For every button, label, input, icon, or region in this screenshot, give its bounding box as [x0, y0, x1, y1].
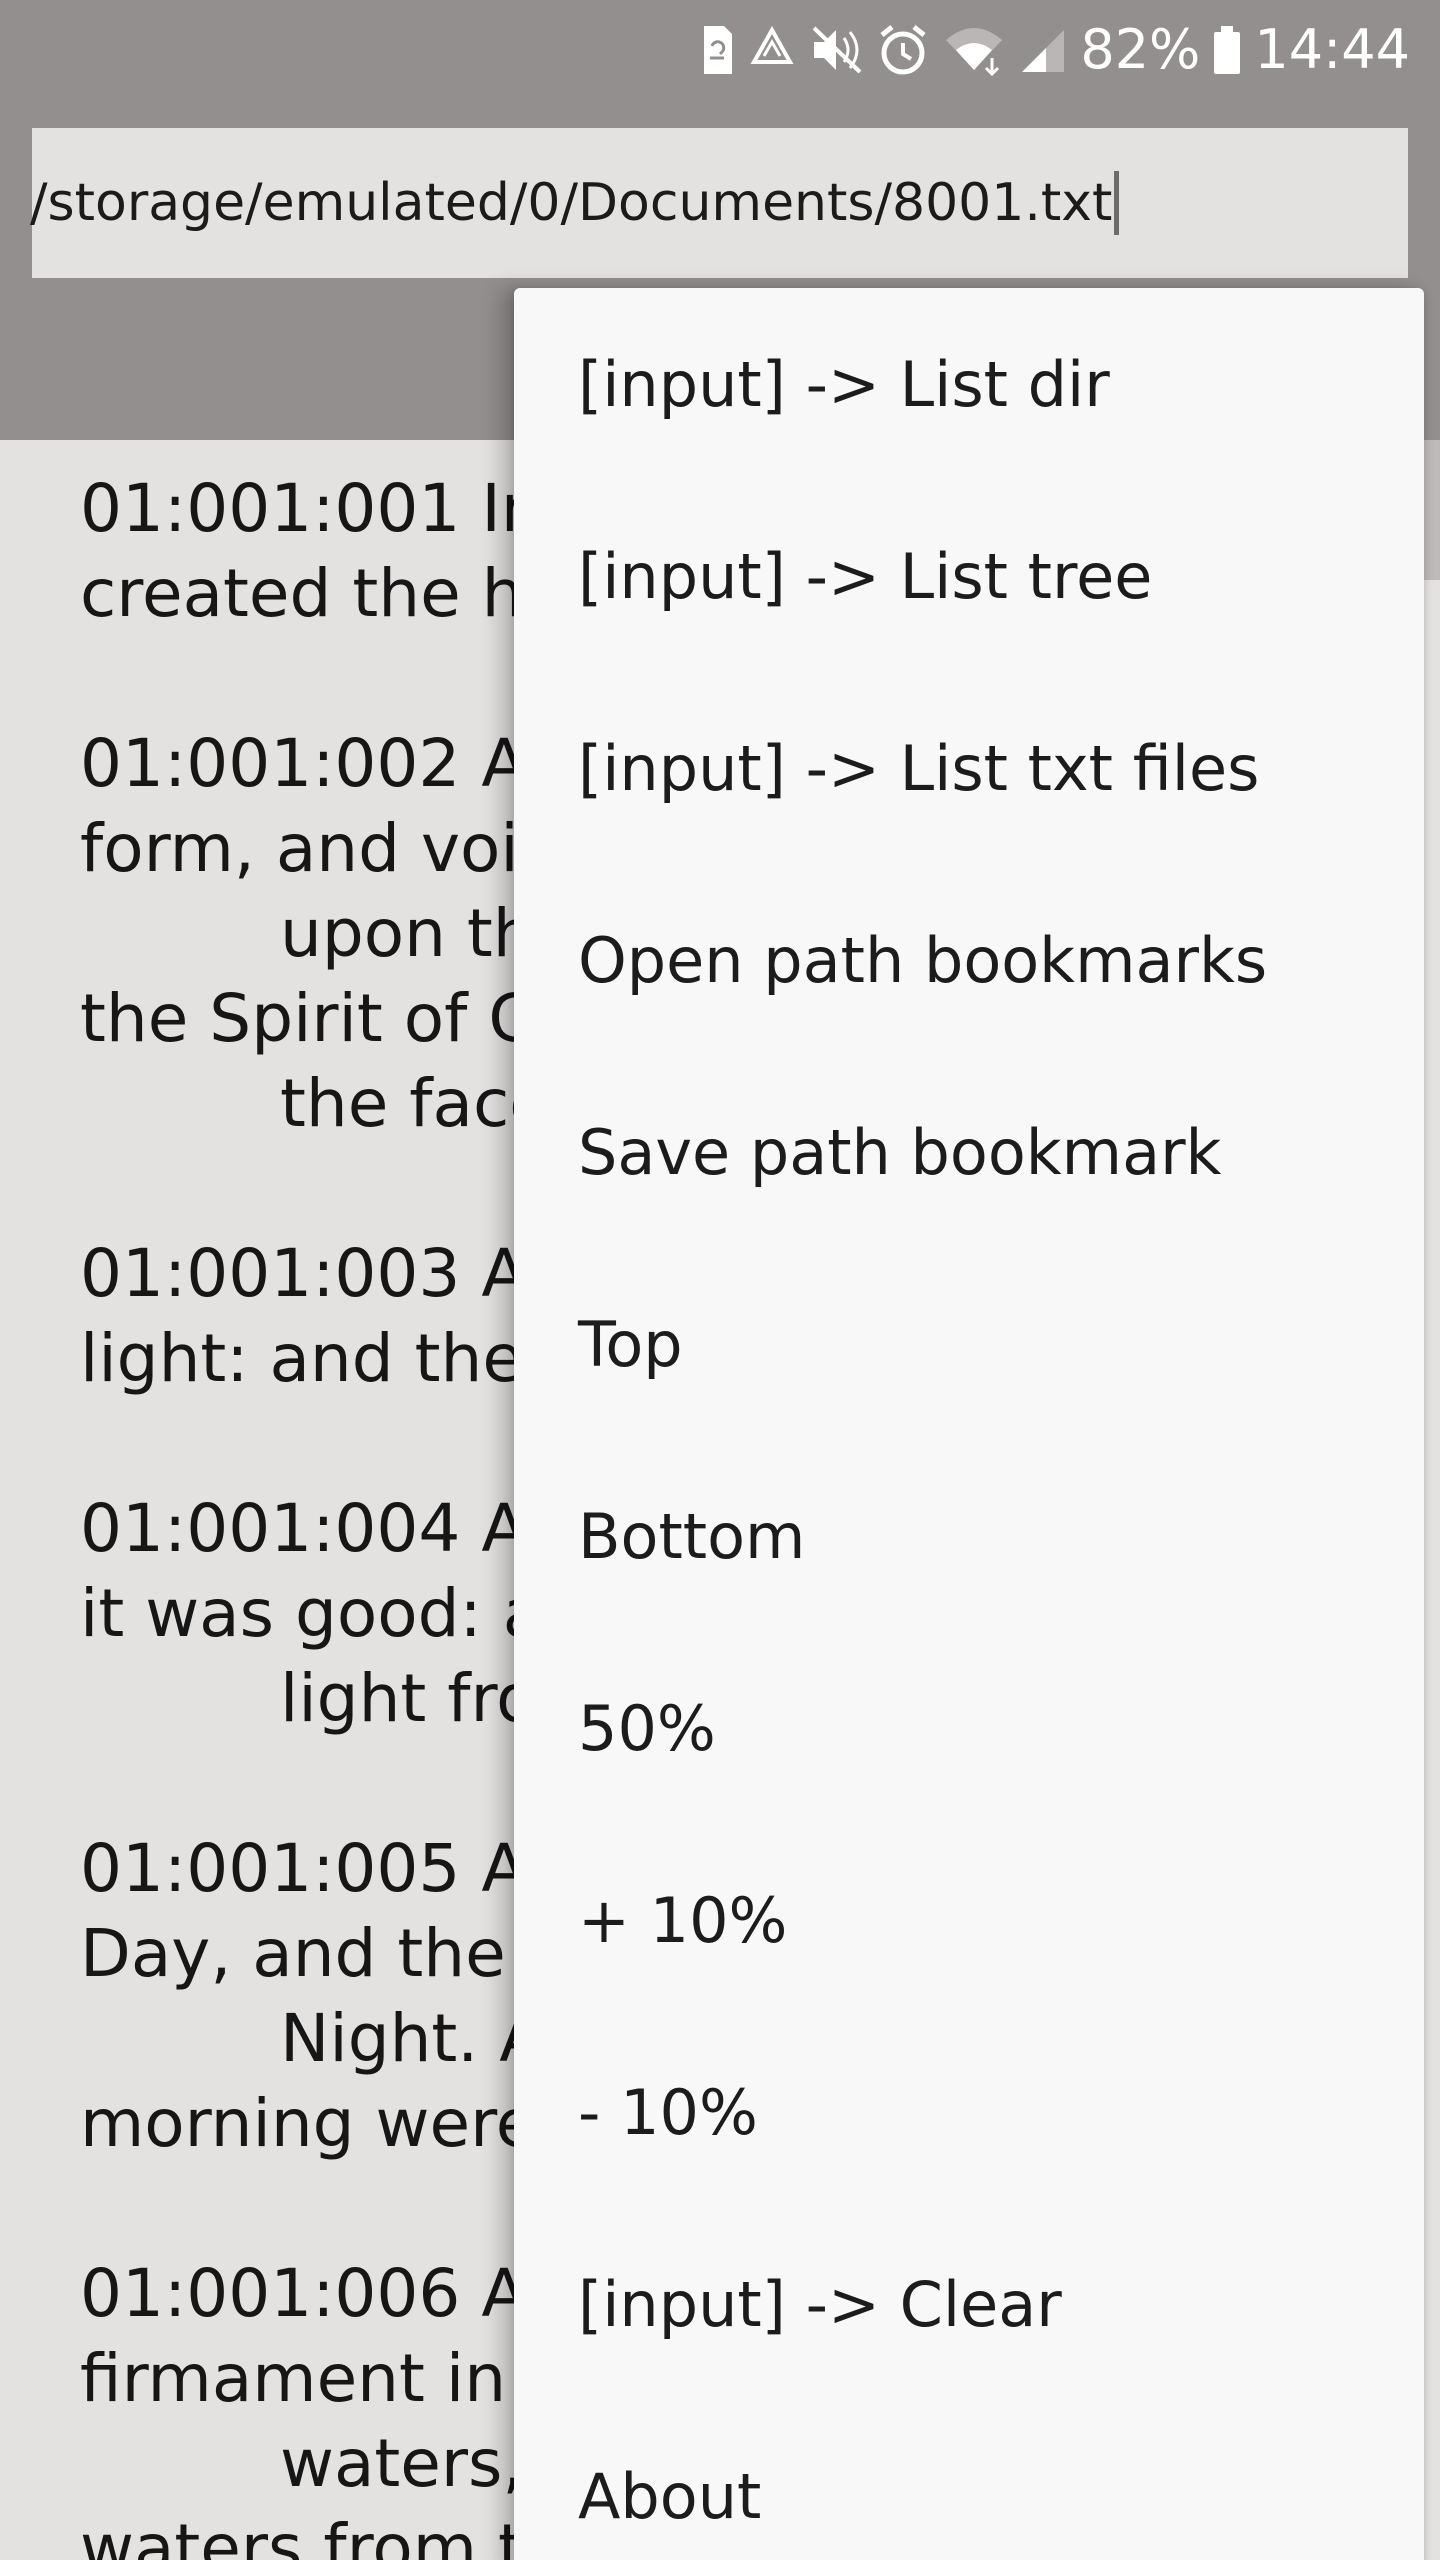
- content-line: waters from th: [80, 2510, 566, 2560]
- menu-item-list-tree[interactable]: [input] -> List tree: [514, 480, 1424, 672]
- status-bar: 82% 14:44: [0, 0, 1440, 100]
- recycle-icon: [746, 26, 798, 74]
- content-line: the face: [280, 1065, 550, 1142]
- path-input[interactable]: /storage/emulated/0/Documents/8001.txt: [30, 128, 1408, 278]
- clock: 14:44: [1254, 18, 1410, 81]
- mute-icon: [810, 24, 864, 76]
- content-line: 01:001:004 An: [80, 1490, 569, 1567]
- menu-item-about[interactable]: About: [514, 2400, 1424, 2560]
- content-line: firmament in t: [80, 2340, 553, 2417]
- signal-icon: [1018, 24, 1068, 76]
- text-cursor: [1114, 171, 1120, 235]
- content-line: 01:001:005 An: [80, 1830, 569, 1907]
- content-line: Day, and the d: [80, 1915, 569, 1992]
- screen: 82% 14:44 /storage/emulated/0/Documents/…: [0, 0, 1440, 2560]
- content-line: the Spirit of G: [80, 980, 540, 1057]
- menu-item-list-txt-files[interactable]: [input] -> List txt files: [514, 672, 1424, 864]
- battery-icon: [1212, 24, 1242, 76]
- overflow-menu: [input] -> List dir [input] -> List tree…: [514, 288, 1424, 2560]
- content-line: form, and voic: [80, 810, 556, 887]
- path-input-value: /storage/emulated/0/Documents/8001.txt: [30, 173, 1113, 233]
- menu-item-clear[interactable]: [input] -> Clear: [514, 2208, 1424, 2400]
- menu-item-plus-10-percent[interactable]: + 10%: [514, 1824, 1424, 2016]
- sim-card-icon: [700, 24, 734, 76]
- status-icons: 82% 14:44: [700, 16, 1410, 84]
- content-line: created the he: [80, 555, 565, 632]
- menu-item-bottom[interactable]: Bottom: [514, 1440, 1424, 1632]
- battery-percent: 82%: [1080, 18, 1201, 81]
- menu-item-list-dir[interactable]: [input] -> List dir: [514, 288, 1424, 480]
- content-line: waters,: [280, 2425, 524, 2502]
- menu-item-save-path-bookmark[interactable]: Save path bookmark: [514, 1056, 1424, 1248]
- menu-item-minus-10-percent[interactable]: - 10%: [514, 2016, 1424, 2208]
- content-line: it was good: a: [80, 1575, 544, 1652]
- menu-item-top[interactable]: Top: [514, 1248, 1424, 1440]
- content-line: 01:001:006 An: [80, 2255, 569, 2332]
- content-line: upon th: [280, 895, 535, 972]
- menu-item-50-percent[interactable]: 50%: [514, 1632, 1424, 1824]
- content-line: 01:001:001 In: [80, 470, 543, 547]
- content-line: 01:001:002 An: [80, 725, 569, 802]
- content-line: morning were: [80, 2085, 537, 2162]
- menu-item-open-path-bookmarks[interactable]: Open path bookmarks: [514, 864, 1424, 1056]
- content-line: light fro: [280, 1660, 537, 1737]
- content-line: Night. A: [280, 2000, 545, 2077]
- alarm-icon: [876, 23, 930, 77]
- content-line: light: and ther: [80, 1320, 551, 1397]
- content-line: 01:001:003 An: [80, 1235, 569, 1312]
- wifi-icon: [942, 24, 1006, 76]
